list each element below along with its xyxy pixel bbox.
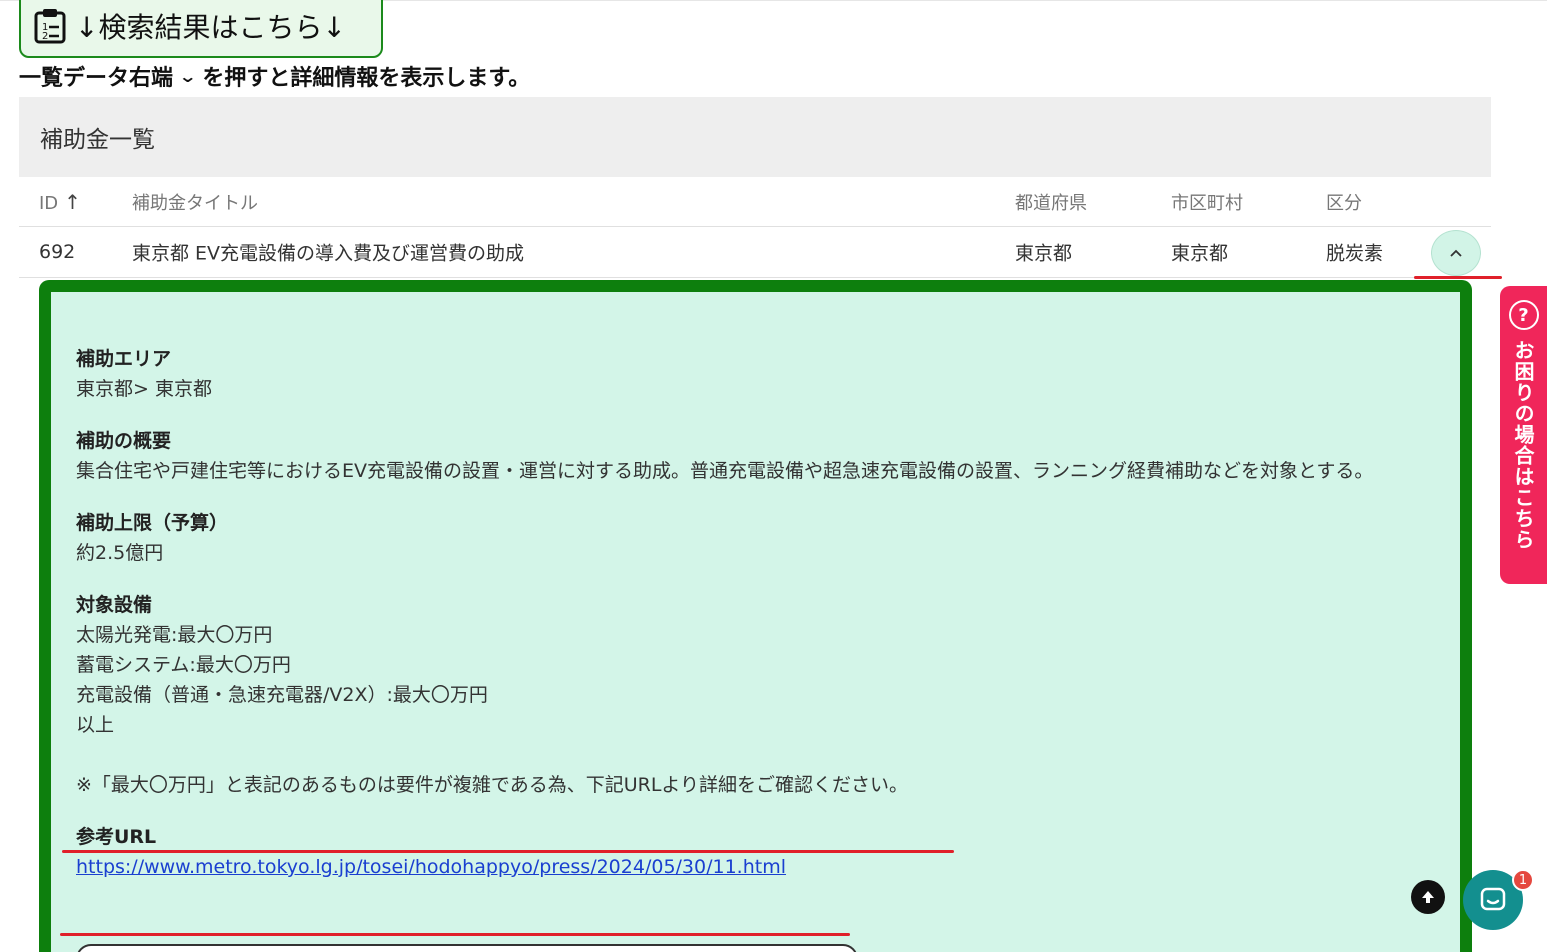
column-header-prefecture[interactable]: 都道府県 (1015, 189, 1087, 215)
chat-notification-badge: 1 (1512, 869, 1534, 891)
area-label: 補助エリア (76, 348, 172, 370)
summary-value: 集合住宅や戸建住宅等におけるEV充電設備の設置・運営に対する助成。普通充電設備や… (76, 460, 1374, 482)
summary-label: 補助の概要 (76, 430, 172, 452)
chat-icon (1480, 887, 1506, 911)
detail-action-button[interactable] (76, 944, 858, 952)
chevron-down-icon: ⌄ (178, 66, 198, 86)
equipment-list: 太陽光発電:最大〇万円 蓄電システム:最大〇万円 充電設備（普通・急速充電器/V… (76, 620, 1436, 740)
list-item: 蓄電システム:最大〇万円 (76, 654, 291, 676)
row-prefecture: 東京都 (1015, 242, 1073, 265)
scroll-to-top-button[interactable] (1411, 880, 1445, 914)
area-value: 東京都> 東京都 (76, 378, 212, 400)
list-item: 太陽光発電:最大〇万円 (76, 624, 273, 646)
search-results-text: ↓検索結果はこちら↓ (75, 11, 346, 44)
question-icon: ? (1508, 300, 1539, 330)
list-item: 以上 (76, 714, 115, 736)
instruction-text: 一覧データ右端 ⌄ を押すと詳細情報を表示します。 (19, 60, 530, 92)
table-row[interactable]: 692 東京都 EV充電設備の導入費及び運営費の助成 東京都 東京都 脱炭素 (19, 227, 1491, 278)
row-id: 692 (39, 241, 76, 263)
note-text: ※「最大〇万円」と表記のあるものは要件が複雑である為、下記URLより詳細をご確認… (76, 774, 909, 796)
list-title: 補助金一覧 (40, 127, 155, 153)
sort-ascending-icon[interactable]: ↑ (64, 190, 81, 214)
equipment-label: 対象設備 (76, 594, 153, 616)
highlight-underline-note (62, 850, 954, 853)
collapse-button[interactable] (1431, 230, 1481, 276)
row-category: 脱炭素 (1326, 242, 1384, 265)
column-header-category[interactable]: 区分 (1326, 189, 1362, 215)
search-results-badge: 1 2 ↓検索結果はこちら↓ (19, 0, 383, 58)
highlight-underline-button (1414, 276, 1502, 279)
subsidy-list-title: 補助金一覧 (19, 97, 1491, 177)
highlight-underline-link (60, 933, 850, 936)
svg-text:2: 2 (42, 31, 48, 42)
reference-url-link[interactable]: https://www.metro.tokyo.lg.jp/tosei/hodo… (76, 852, 786, 882)
instruction-after: を押すと詳細情報を表示します。 (202, 66, 531, 91)
url-label: 参考URL (76, 826, 157, 848)
limit-value: 約2.5億円 (76, 542, 164, 564)
column-id-label: ID (39, 192, 59, 214)
help-tab[interactable]: ? お困りの場合はこちら (1500, 286, 1547, 584)
help-tab-text: お困りの場合はこちら (1511, 340, 1535, 550)
row-city: 東京都 (1171, 242, 1229, 265)
table-header: ID ↑ 補助金タイトル 都道府県 市区町村 区分 (19, 177, 1491, 227)
limit-label: 補助上限（予算） (76, 512, 229, 534)
chevron-up-icon (1450, 249, 1462, 257)
list-item: 充電設備（普通・急速充電器/V2X）:最大〇万円 (76, 684, 488, 706)
column-header-title[interactable]: 補助金タイトル (132, 189, 258, 215)
clipboard-icon: 1 2 (34, 9, 66, 44)
row-title: 東京都 EV充電設備の導入費及び運営費の助成 (132, 242, 525, 265)
column-header-city[interactable]: 市区町村 (1171, 189, 1243, 215)
column-header-id[interactable]: ID ↑ (39, 190, 81, 214)
arrow-up-icon (1422, 891, 1434, 903)
instruction-before: 一覧データ右端 (19, 66, 174, 91)
